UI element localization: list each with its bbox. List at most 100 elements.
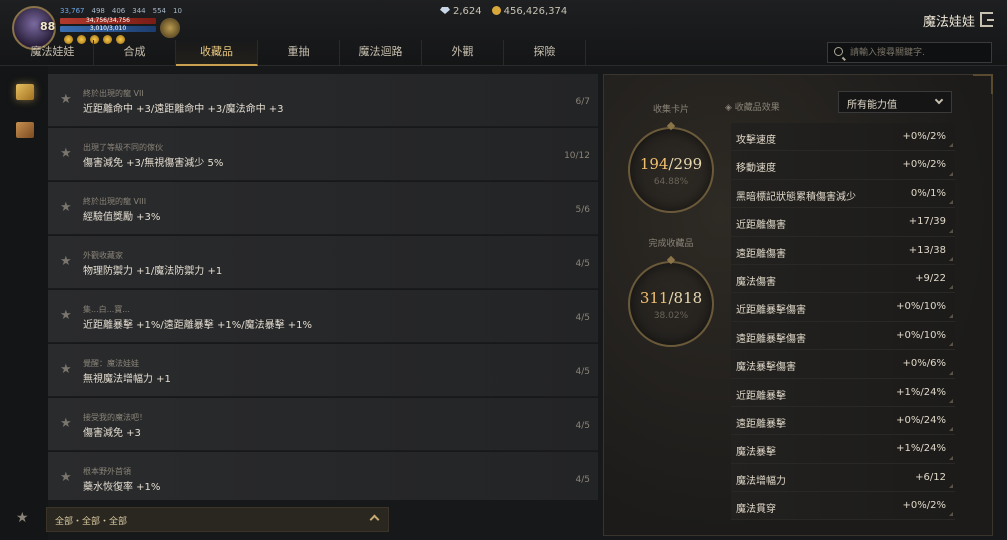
favorite-star-icon[interactable]: ★ <box>60 254 72 269</box>
chevron-up-icon <box>369 514 380 525</box>
effect-name: 魔法增幅力 <box>736 475 786 487</box>
effects-list: 攻擊速度 +0%/2% 移動速度 +0%/2% 黑暗標記狀態累積傷害減少 0%/1% … <box>731 123 955 521</box>
list-item[interactable]: ★ 集...白...寶... 近距離暴擊 +1%/遠距離暴擊 +1%/魔法暴擊 … <box>48 290 598 343</box>
search-icon[interactable] <box>834 47 843 56</box>
list-item[interactable]: ★ 接受我的魔法吧！ 傷害減免 +3 4/5 <box>48 398 598 451</box>
top-bar: 88 33,767 498 406 344 554 10 34,756/34,7… <box>0 0 1007 66</box>
tab-collection[interactable]: 收藏品 <box>176 40 258 66</box>
tab-reroll[interactable]: 重抽 <box>258 40 340 66</box>
collection-category: 接受我的魔法吧！ <box>83 413 147 422</box>
effect-row: 移動速度 +0%/2% <box>731 151 955 180</box>
effect-name: 黑暗標記狀態累積傷害減少 <box>736 191 856 203</box>
effect-name: 近距離傷害 <box>736 220 786 232</box>
list-item[interactable]: ★ 終於出現的龍 VII 近距離命中 +3/遠距離命中 +3/魔法命中 +3 6… <box>48 74 598 127</box>
list-item[interactable]: ★ 外觀收藏家 物理防禦力 +1/魔法防禦力 +1 4/5 <box>48 236 598 289</box>
favorite-star-icon[interactable]: ★ <box>60 470 72 485</box>
stat-filter-dropdown[interactable]: 所有能力值 <box>838 91 952 113</box>
completed-count: 311/818 <box>630 289 712 307</box>
effect-value: 0%/1% <box>910 187 946 199</box>
collection-effect: 傷害減免 +3/無視傷害減少 5% <box>83 158 224 169</box>
chevron-down-icon <box>934 95 944 105</box>
favorite-star-icon[interactable]: ★ <box>60 92 72 107</box>
collection-count: 10/12 <box>564 151 590 161</box>
stat-5: 554 <box>152 7 166 15</box>
effect-row: 近距離暴擊傷害 +0%/10% <box>731 293 955 322</box>
effect-value: +17/39 <box>908 216 946 228</box>
effect-row: 遠距離暴擊 +0%/24% <box>731 406 955 436</box>
hp-bar: 34,756/34,756 <box>60 18 156 24</box>
effect-value: +0%/2% <box>902 500 946 512</box>
collection-effect: 藥水恢復率 +1% <box>83 482 161 493</box>
effect-value: +13/38 <box>908 244 946 256</box>
list-item[interactable]: ★ 覺醒：魔法娃娃 無視魔法增幅力 +1 4/5 <box>48 344 598 397</box>
page-title: 魔法娃娃 <box>922 15 975 30</box>
favorite-star-icon[interactable]: ★ <box>60 200 72 215</box>
effect-name: 魔法貫穿 <box>736 504 776 516</box>
effect-row: 遠距離傷害 +13/38 <box>731 236 955 265</box>
secondary-book-icon[interactable] <box>16 122 34 138</box>
collection-book-icon[interactable] <box>16 84 34 100</box>
cards-label: 收集卡片 <box>652 105 689 115</box>
stat-1: 33,767 <box>60 7 85 15</box>
player-stats: 33,767 498 406 344 554 10 <box>60 7 182 15</box>
gem-icon <box>440 7 450 14</box>
completed-total: /818 <box>668 289 703 307</box>
list-item[interactable]: ★ 根本野外首領 藥水恢復率 +1% 4/5 <box>48 452 598 500</box>
effect-row: 魔法暴擊傷害 +0%/6% <box>731 350 955 379</box>
stat-4: 344 <box>132 7 146 15</box>
gems: 2,624 <box>440 6 482 17</box>
favorite-star-icon[interactable]: ★ <box>60 146 72 161</box>
collection-list: ★ 終於出現的龍 VII 近距離命中 +3/遠距離命中 +3/魔法命中 +3 6… <box>48 74 598 500</box>
effect-row: 攻擊速度 +0%/2% <box>731 123 955 152</box>
effect-value: +0%/2% <box>902 159 946 171</box>
effect-row: 魔法貫穿 +0%/2% <box>731 492 955 521</box>
stat-2: 498 <box>91 7 105 15</box>
collection-effect: 近距離暴擊 +1%/遠距離暴擊 +1%/魔法暴擊 +1% <box>83 320 313 331</box>
effect-row: 魔法增幅力 +6/12 <box>731 463 955 493</box>
stat-3: 406 <box>111 7 126 15</box>
filter-dropdown[interactable]: 全部・全部・全部 <box>46 507 389 532</box>
effect-name: 近距離暴擊傷害 <box>736 305 806 317</box>
completed-current: 311 <box>639 289 669 307</box>
collection-count: 4/5 <box>575 259 590 269</box>
completed-label: 完成收藏品 <box>648 239 694 249</box>
emblem-icon[interactable] <box>160 18 180 38</box>
cards-current: 194 <box>639 155 669 173</box>
gems-value: 2,624 <box>453 6 482 17</box>
collection-category: 根本野外首領 <box>83 467 131 476</box>
tab-expedition[interactable]: 探險 <box>504 40 586 66</box>
stat-filter-value: 所有能力值 <box>847 100 897 111</box>
collection-effect: 經驗值獎勵 +3% <box>83 212 161 223</box>
favorite-star-icon[interactable]: ★ <box>60 308 72 323</box>
currency-display: 2,624 456,426,374 <box>440 6 567 17</box>
effects-title: ◈ 收藏品效果 <box>725 103 780 113</box>
effect-value: +0%/10% <box>896 329 946 341</box>
effect-row: 黑暗標記狀態累積傷害減少 0%/1% <box>731 179 955 209</box>
search-input[interactable] <box>850 45 988 60</box>
favorite-star-icon[interactable]: ★ <box>60 416 72 431</box>
cards-percent: 64.88% <box>653 177 689 187</box>
collection-effect: 無視魔法增幅力 +1 <box>83 374 171 385</box>
tab-magic-circuit[interactable]: 魔法迴路 <box>340 40 422 66</box>
collection-category: 終於出現的龍 VIII <box>83 197 147 206</box>
list-item[interactable]: ★ 終於出現的龍 VIII 經驗值獎勵 +3% 5/6 <box>48 182 598 235</box>
tab-appearance[interactable]: 外觀 <box>422 40 504 66</box>
effect-name: 魔法暴擊 <box>736 447 776 459</box>
effect-name: 遠距離傷害 <box>736 248 786 260</box>
collection-count: 4/5 <box>575 475 590 485</box>
collection-category: 集...白...寶... <box>83 305 130 314</box>
tab-synthesis[interactable]: 合成 <box>94 40 176 66</box>
collection-effect: 傷害減免 +3 <box>83 428 141 439</box>
cards-progress-ring: 194/299 64.88% <box>628 127 714 213</box>
collection-effect: 物理防禦力 +1/魔法防禦力 +1 <box>83 266 223 277</box>
stat-6: 10 <box>173 7 182 15</box>
effect-value: +0%/6% <box>902 358 946 370</box>
effect-name: 移動速度 <box>736 163 776 175</box>
filter-label: 全部・全部・全部 <box>55 517 128 527</box>
exit-icon[interactable] <box>980 12 994 27</box>
favorite-star-icon[interactable]: ★ <box>60 362 72 377</box>
effect-row: 魔法暴擊 +1%/24% <box>731 435 955 464</box>
list-item[interactable]: ★ 出現了等級不同的傢伙 傷害減免 +3/無視傷害減少 5% 10/12 <box>48 128 598 181</box>
favorite-star-icon[interactable]: ★ <box>16 510 29 526</box>
tab-magic-doll[interactable]: 魔法娃娃 <box>12 40 94 66</box>
